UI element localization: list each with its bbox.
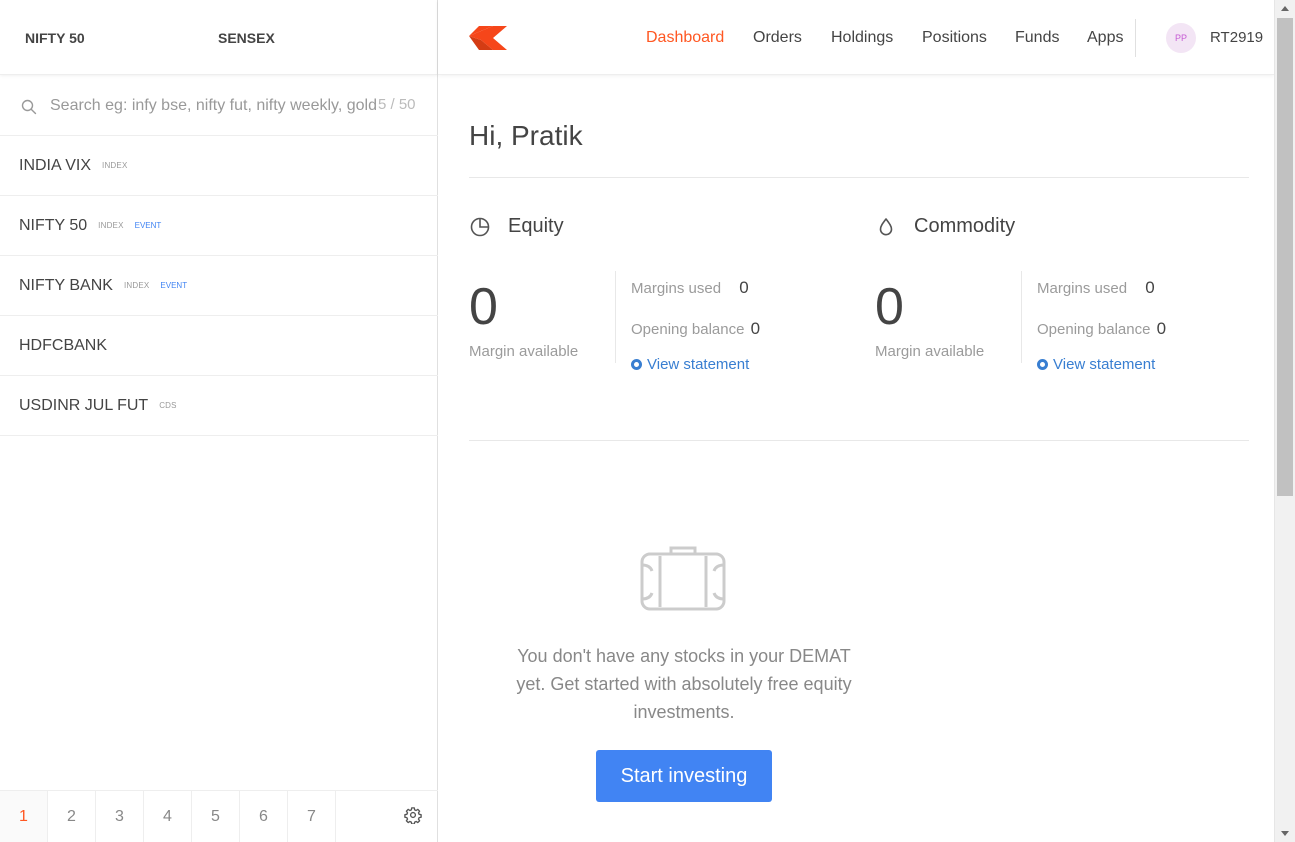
equity-title: Equity: [508, 215, 564, 237]
search-bar: 5 / 50: [0, 75, 438, 136]
watchlist-item[interactable]: NIFTY BANK INDEX EVENT: [0, 256, 438, 316]
search-icon: [21, 99, 37, 115]
briefcase-icon: [640, 546, 726, 611]
equity-margins-used-row: Margins used 0: [631, 278, 749, 298]
gear-icon[interactable]: [404, 806, 422, 824]
watchlist-count: 5 / 50: [376, 96, 416, 113]
opening-balance-label: Opening balance: [1037, 321, 1151, 338]
kite-logo-icon[interactable]: [469, 26, 507, 50]
instrument-tag: CDS: [159, 401, 177, 410]
watchlist-item[interactable]: NIFTY 50 INDEX EVENT: [0, 196, 438, 256]
index-nifty50[interactable]: NIFTY 50: [25, 30, 85, 46]
divider: [615, 271, 616, 363]
event-badge: EVENT: [134, 221, 162, 230]
dashboard-main: Hi, Pratik Equity 0 Margin available Mar…: [438, 75, 1274, 842]
instrument-name: USDINR JUL FUT: [19, 396, 149, 414]
equity-margin-available-label: Margin available: [469, 343, 579, 360]
watchlist-tab-2[interactable]: 2: [48, 791, 96, 842]
watchlist-tab-4[interactable]: 4: [144, 791, 192, 842]
event-badge: EVENT: [160, 281, 188, 290]
divider: [1021, 271, 1022, 363]
margins-used-label: Margins used: [631, 280, 722, 297]
commodity-view-statement-link[interactable]: View statement: [1037, 356, 1155, 373]
equity-header: Equity: [469, 215, 564, 238]
opening-balance-value: 0: [750, 319, 761, 338]
scroll-down-arrow-icon[interactable]: [1281, 831, 1289, 836]
commodity-opening-balance-row: Opening balance 0: [1037, 319, 1166, 339]
marketwatch-panel: NIFTY 50 SENSEX 5 / 50 INDIA VIX INDEX N…: [0, 0, 438, 842]
watchlist-tab-6[interactable]: 6: [240, 791, 288, 842]
opening-balance-label: Opening balance: [631, 321, 745, 338]
watchlist-item[interactable]: USDINR JUL FUT CDS: [0, 376, 438, 436]
equity-section: Equity 0 Margin available Margins used 0…: [469, 215, 849, 375]
watchlist-tab-7[interactable]: 7: [288, 791, 336, 842]
commodity-section: Commodity 0 Margin available Margins use…: [875, 215, 1255, 375]
scrollbar-thumb[interactable]: [1277, 18, 1293, 496]
margins-used-value: 0: [1145, 278, 1155, 297]
divider: [469, 177, 1249, 178]
index-sensex[interactable]: SENSEX: [218, 30, 275, 46]
instrument-tag: INDEX: [102, 161, 128, 170]
equity-view-statement-link[interactable]: View statement: [631, 356, 749, 373]
pie-chart-icon: [470, 217, 490, 236]
equity-margin-available: 0: [469, 278, 498, 336]
watchlist-pager: 1 2 3 4 5 6 7: [0, 790, 438, 842]
watchlist: INDIA VIX INDEX NIFTY 50 INDEX EVENT NIF…: [0, 136, 438, 436]
commodity-margins-used-row: Margins used 0: [1037, 278, 1155, 298]
user-id[interactable]: RT2919: [1210, 29, 1263, 46]
commodity-title: Commodity: [914, 215, 1016, 237]
view-statement-label: View statement: [1053, 356, 1156, 373]
nav-dashboard[interactable]: Dashboard: [646, 29, 724, 47]
scrollbar[interactable]: [1274, 0, 1295, 842]
divider: [469, 440, 1249, 441]
app-window: NIFTY 50 SENSEX 5 / 50 INDIA VIX INDEX N…: [0, 0, 1295, 842]
nav-funds[interactable]: Funds: [1015, 29, 1059, 47]
instrument-name: HDFCBANK: [19, 336, 108, 354]
watchlist-tab-1[interactable]: 1: [0, 791, 48, 842]
avatar[interactable]: PP: [1166, 23, 1196, 53]
index-ticker-bar: NIFTY 50 SENSEX: [0, 0, 437, 75]
instrument-name: NIFTY BANK: [19, 276, 113, 294]
nav-orders[interactable]: Orders: [753, 29, 802, 47]
scroll-up-arrow-icon[interactable]: [1281, 6, 1289, 11]
instrument-tag: INDEX: [123, 281, 150, 290]
instrument-tag: INDEX: [98, 221, 124, 230]
drop-icon: [879, 217, 893, 235]
instrument-name: NIFTY 50: [19, 216, 88, 234]
top-header: Dashboard Orders Holdings Positions Fund…: [438, 0, 1274, 75]
instrument-name: INDIA VIX: [19, 156, 92, 174]
view-statement-label: View statement: [647, 356, 750, 373]
nav-positions[interactable]: Positions: [922, 29, 987, 47]
start-investing-button[interactable]: Start investing: [596, 750, 772, 802]
watchlist-item[interactable]: INDIA VIX INDEX: [0, 136, 438, 196]
nav-apps[interactable]: Apps: [1087, 29, 1123, 47]
search-input[interactable]: [50, 94, 380, 118]
watchlist-item[interactable]: HDFCBANK: [0, 316, 438, 376]
nav-holdings[interactable]: Holdings: [831, 29, 893, 47]
commodity-margin-available-label: Margin available: [875, 343, 985, 360]
opening-balance-value: 0: [1156, 319, 1167, 338]
watchlist-tab-3[interactable]: 3: [96, 791, 144, 842]
circle-icon: [1037, 359, 1048, 370]
watchlist-tab-5[interactable]: 5: [192, 791, 240, 842]
commodity-margin-available: 0: [875, 278, 904, 336]
page-title: Hi, Pratik: [469, 120, 583, 151]
margins-used-label: Margins used: [1037, 280, 1128, 297]
equity-opening-balance-row: Opening balance 0: [631, 319, 760, 339]
margins-used-value: 0: [739, 278, 749, 297]
commodity-header: Commodity: [875, 215, 1015, 238]
empty-holdings-message: You don't have any stocks in your DEMAT …: [516, 646, 852, 722]
circle-icon: [631, 359, 642, 370]
nav-divider: [1135, 19, 1136, 57]
